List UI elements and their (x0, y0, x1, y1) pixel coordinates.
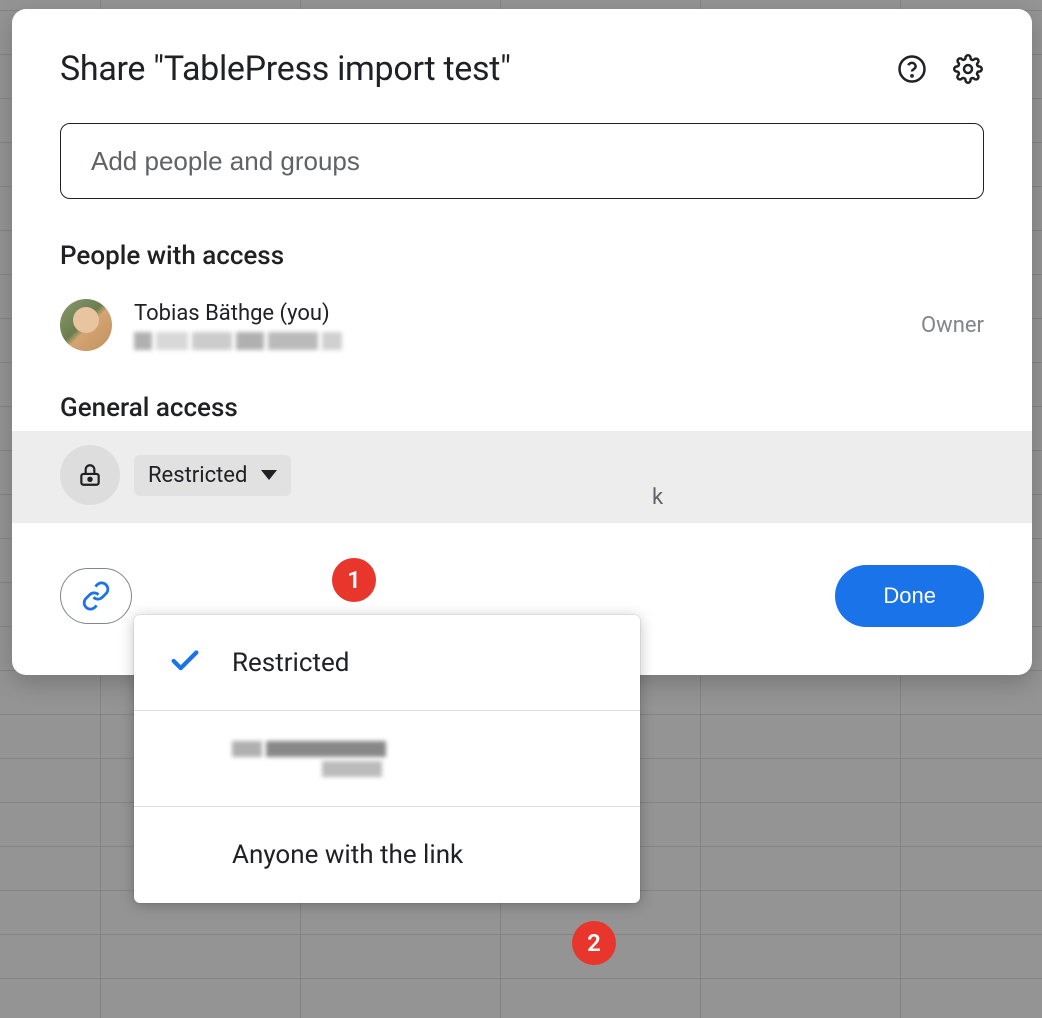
gear-icon[interactable] (952, 53, 984, 85)
done-button[interactable]: Done (835, 565, 984, 627)
chevron-down-icon (261, 470, 277, 480)
people-with-access-heading: People with access (60, 241, 984, 271)
access-level-label: Restricted (148, 463, 247, 488)
general-access-row: Restricted k (60, 445, 984, 505)
lock-icon (60, 445, 120, 505)
dropdown-option-redacted (232, 741, 452, 777)
general-access-heading: General access (60, 393, 984, 431)
dropdown-option-label: Restricted (232, 648, 349, 678)
access-level-dropdown: Restricted Anyone with the link (134, 615, 640, 903)
person-left: Tobias Bäthge (you) (60, 299, 354, 351)
person-info: Tobias Bäthge (you) (134, 301, 354, 350)
help-icon[interactable] (896, 53, 928, 85)
dropdown-option-anyone[interactable]: Anyone with the link (134, 807, 640, 903)
copy-link-button[interactable] (60, 568, 132, 624)
dropdown-option-label: Anyone with the link (232, 840, 463, 870)
dialog-title: Share "TablePress import test" (60, 49, 511, 89)
dropdown-option-restricted[interactable]: Restricted (134, 615, 640, 711)
person-email-redacted (134, 332, 354, 350)
role-label: Owner (921, 313, 984, 338)
general-access-section: Restricted k (12, 431, 1032, 523)
avatar (60, 299, 112, 351)
check-icon (168, 644, 204, 682)
add-people-input[interactable] (60, 123, 984, 199)
dialog-header: Share "TablePress import test" (60, 49, 984, 89)
access-level-dropdown-trigger[interactable]: Restricted (134, 455, 291, 496)
link-icon (81, 581, 111, 611)
person-name: Tobias Bäthge (you) (134, 301, 354, 326)
dropdown-option-org[interactable] (134, 711, 640, 807)
access-description-truncated: k (652, 485, 663, 510)
person-row: Tobias Bäthge (you) Owner (60, 299, 984, 351)
annotation-badge-2: 2 (572, 921, 616, 965)
annotation-badge-1: 1 (332, 558, 376, 602)
share-dialog: Share "TablePress import test" People wi… (12, 9, 1032, 675)
header-icon-group (896, 53, 984, 85)
